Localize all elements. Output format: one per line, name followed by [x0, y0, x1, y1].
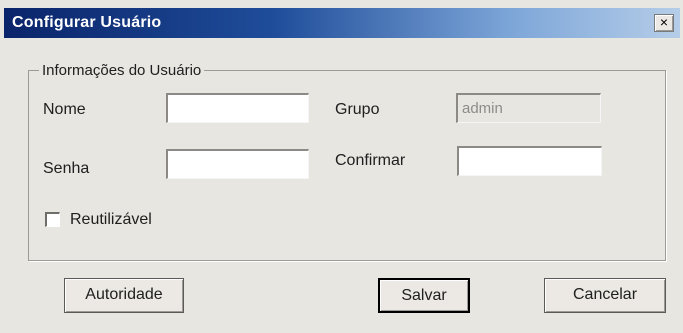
autoridade-button[interactable]: Autoridade: [64, 278, 184, 313]
close-button[interactable]: ×: [654, 14, 674, 32]
reutilizavel-label[interactable]: Reutilizável: [70, 211, 152, 229]
confirmar-input[interactable]: [457, 146, 602, 176]
grupo-input: [456, 93, 601, 123]
groupbox-legend: Informações do Usuário: [42, 62, 202, 79]
confirmar-label: Confirmar: [335, 152, 406, 169]
senha-label: Senha: [43, 160, 90, 177]
close-icon: ×: [659, 14, 669, 30]
window-title: Configurar Usuário: [12, 14, 162, 31]
reutilizavel-checkbox[interactable]: [45, 212, 60, 227]
configurar-usuario-dialog: Configurar Usuário × Informações do Usuá…: [0, 0, 683, 333]
cancelar-button[interactable]: Cancelar: [544, 278, 666, 313]
senha-input[interactable]: [166, 149, 309, 179]
title-bar[interactable]: Configurar Usuário ×: [4, 8, 680, 38]
grupo-label: Grupo: [335, 101, 380, 118]
nome-label: Nome: [43, 101, 86, 118]
nome-input[interactable]: [166, 93, 309, 123]
salvar-button[interactable]: Salvar: [378, 278, 470, 313]
